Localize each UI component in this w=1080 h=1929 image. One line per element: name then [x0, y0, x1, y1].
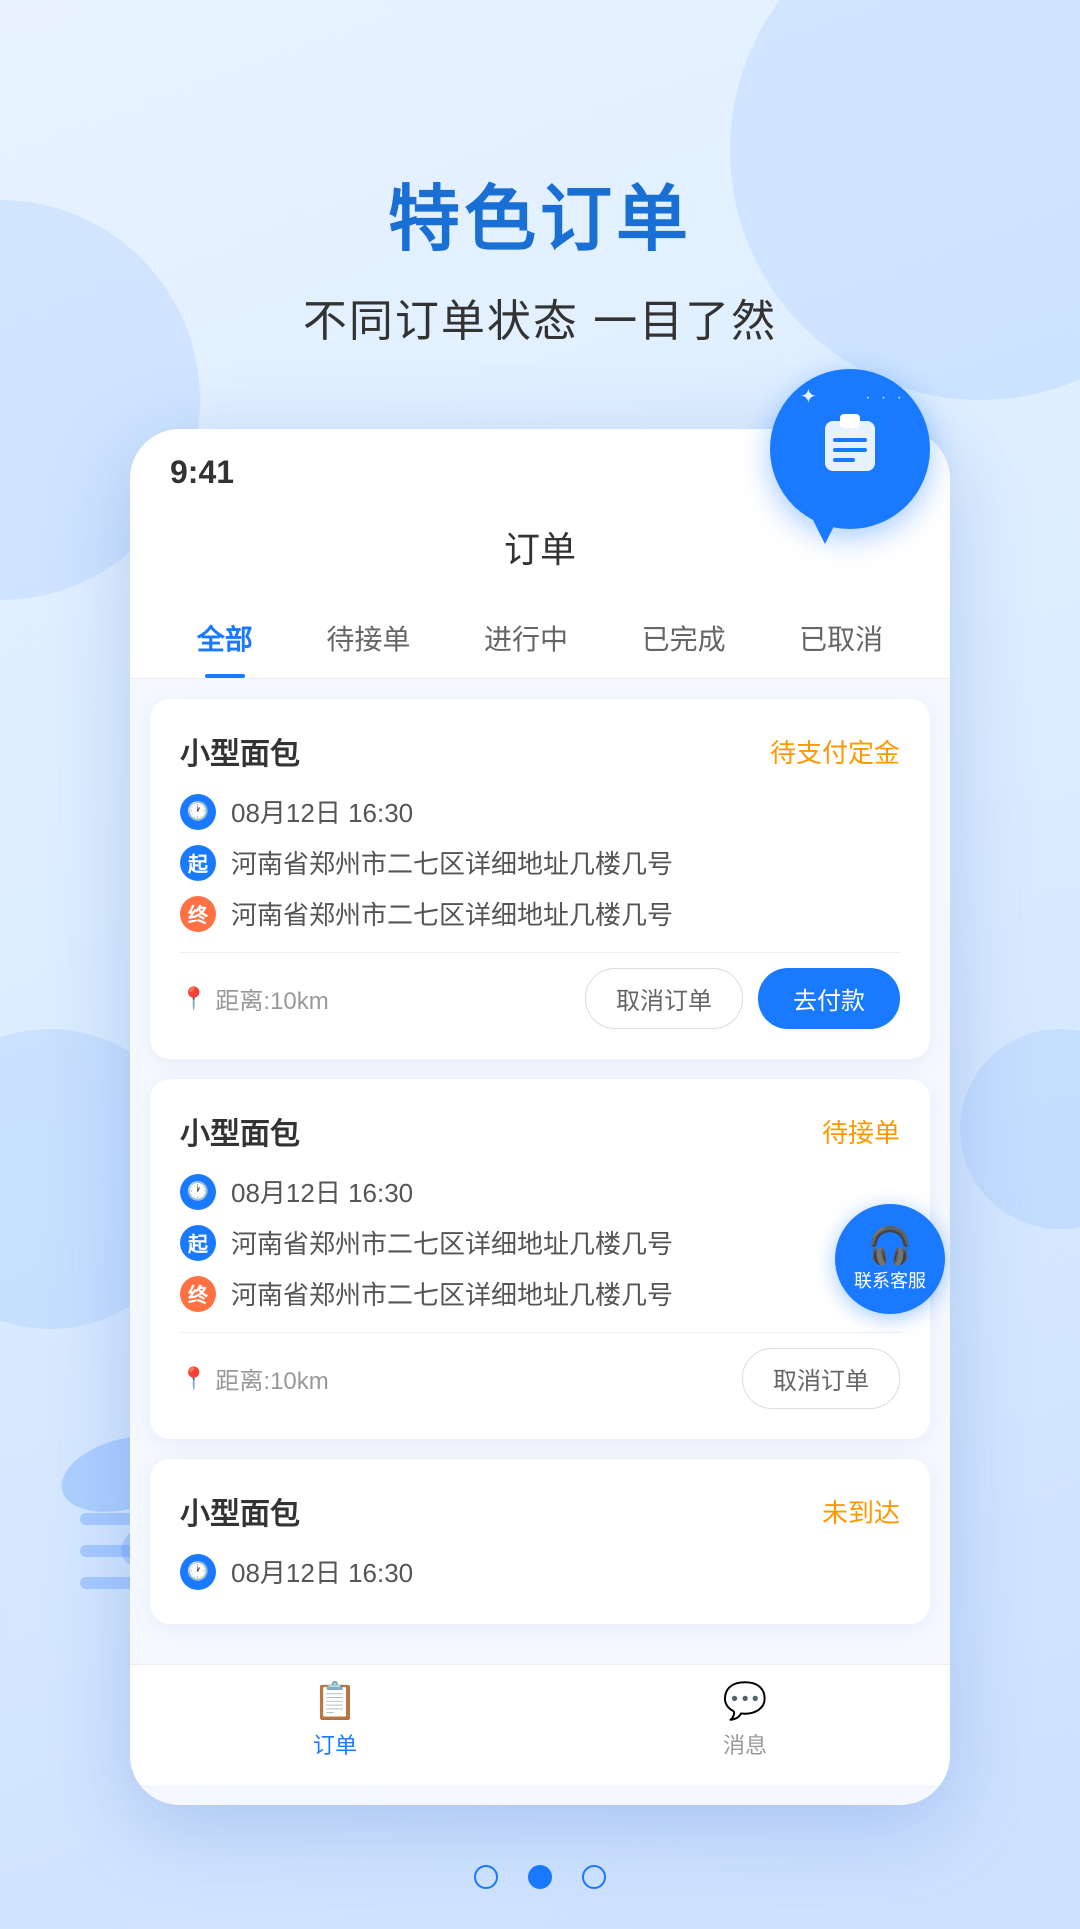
order-1-end-icon: 终 [180, 896, 216, 932]
order-2-distance: 📍 距离:10km [180, 1361, 329, 1396]
location-icon: 📍 [180, 986, 207, 1012]
order-2-time-icon: 🕐 [180, 1174, 216, 1210]
tab-in-progress[interactable]: 进行中 [474, 598, 578, 678]
tab-pending-order[interactable]: 待接单 [316, 598, 420, 678]
order-1-time: 08月12日 16:30 [231, 793, 413, 830]
page-subtitle: 不同订单状态 一目了然 [0, 285, 1080, 349]
tab-all[interactable]: 全部 [187, 598, 263, 678]
order-1-actions: 取消订单 去付款 [585, 968, 900, 1029]
order-1-status: 待支付定金 [770, 733, 900, 770]
order-1-start: 河南省郑州市二七区详细地址几楼几号 [231, 844, 673, 881]
order-list: 小型面包 待支付定金 🕐 08月12日 16:30 起 河南省郑州市二七区详细地… [130, 679, 950, 1664]
tab-cancelled[interactable]: 已取消 [789, 598, 893, 678]
messages-nav-icon: 💬 [723, 1680, 768, 1722]
order-2-end-icon: 终 [180, 1276, 216, 1312]
order-2-footer: 📍 距离:10km 取消订单 [180, 1332, 900, 1409]
order-2-end: 河南省郑州市二七区详细地址几楼几号 [231, 1275, 673, 1312]
status-time: 9:41 [170, 454, 234, 491]
cancel-order-1-button[interactable]: 取消订单 [585, 968, 743, 1029]
order-1-distance: 📍 距离:10km [180, 981, 329, 1016]
order-1-time-row: 🕐 08月12日 16:30 [180, 793, 900, 830]
star-icon: ✦ [800, 384, 817, 409]
order-3-time-row: 🕐 08月12日 16:30 [180, 1553, 900, 1590]
bottom-navigation: 📋 订单 💬 消息 [130, 1664, 950, 1785]
order-1-start-icon: 起 [180, 845, 216, 881]
cancel-order-2-button[interactable]: 取消订单 [742, 1348, 900, 1409]
order-card-2-header: 小型面包 待接单 [180, 1109, 900, 1153]
order-card-3-header: 小型面包 未到达 [180, 1489, 900, 1533]
clipboard-icon [815, 406, 885, 492]
order-1-type: 小型面包 [180, 729, 300, 773]
customer-service-button[interactable]: 🎧 联系客服 [835, 1204, 945, 1314]
tabs-container: 全部 待接单 进行中 已完成 已取消 [130, 598, 950, 679]
floating-app-icon: ✦ · · · [770, 369, 930, 529]
order-2-actions: 取消订单 [742, 1348, 900, 1409]
dots-icon: · · · [865, 389, 905, 407]
order-card-1-header: 小型面包 待支付定金 [180, 729, 900, 773]
nav-messages[interactable]: 💬 消息 [723, 1680, 768, 1760]
order-2-start-row: 起 河南省郑州市二七区详细地址几楼几号 [180, 1224, 900, 1261]
orders-nav-icon: 📋 [313, 1680, 358, 1722]
phone-mockup: ✦ · · · 9:41 [130, 429, 950, 1805]
order-1-start-row: 起 河南省郑州市二七区详细地址几楼几号 [180, 844, 900, 881]
orders-nav-label: 订单 [313, 1728, 357, 1760]
order-1-end-row: 终 河南省郑州市二七区详细地址几楼几号 [180, 895, 900, 932]
order-3-time-icon: 🕐 [180, 1554, 216, 1590]
headset-icon: 🎧 [868, 1225, 913, 1267]
dot-1[interactable] [474, 1865, 498, 1889]
order-1-end: 河南省郑州市二七区详细地址几楼几号 [231, 895, 673, 932]
order-2-start-icon: 起 [180, 1225, 216, 1261]
order-3-type: 小型面包 [180, 1489, 300, 1533]
bg-decoration-4 [960, 1029, 1080, 1229]
order-card-2: 🎧 联系客服 小型面包 待接单 🕐 08月12日 16:30 起 河南省郑州市二… [150, 1079, 930, 1439]
order-2-status: 待接单 [822, 1113, 900, 1150]
cs-label: 联系客服 [854, 1271, 926, 1293]
location-icon-2: 📍 [180, 1366, 207, 1392]
pagination [0, 1805, 1080, 1929]
dot-2[interactable] [528, 1865, 552, 1889]
pay-order-1-button[interactable]: 去付款 [758, 968, 900, 1029]
tab-completed[interactable]: 已完成 [632, 598, 736, 678]
order-2-type: 小型面包 [180, 1109, 300, 1153]
messages-nav-label: 消息 [723, 1728, 767, 1760]
order-1-footer: 📍 距离:10km 取消订单 去付款 [180, 952, 900, 1029]
order-3-time: 08月12日 16:30 [231, 1553, 413, 1590]
order-card-1: 小型面包 待支付定金 🕐 08月12日 16:30 起 河南省郑州市二七区详细地… [150, 699, 930, 1059]
app-title: 订单 [504, 529, 576, 570]
order-1-time-icon: 🕐 [180, 794, 216, 830]
phone-screen: 9:41 订单 全部 [130, 429, 950, 1805]
page-header: 特色订单 不同订单状态 一目了然 [0, 0, 1080, 389]
order-2-time: 08月12日 16:30 [231, 1173, 413, 1210]
nav-orders[interactable]: 📋 订单 [313, 1680, 358, 1760]
order-card-3: 小型面包 未到达 🕐 08月12日 16:30 [150, 1459, 930, 1624]
order-2-end-row: 终 河南省郑州市二七区详细地址几楼几号 [180, 1275, 900, 1312]
page-title: 特色订单 [0, 160, 1080, 265]
order-3-status: 未到达 [822, 1493, 900, 1530]
order-2-start: 河南省郑州市二七区详细地址几楼几号 [231, 1224, 673, 1261]
dot-3[interactable] [582, 1865, 606, 1889]
order-2-time-row: 🕐 08月12日 16:30 [180, 1173, 900, 1210]
